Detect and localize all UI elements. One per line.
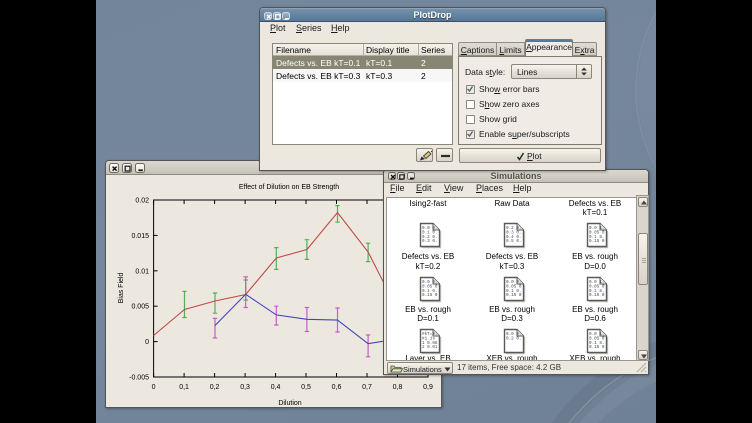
- svg-text:Effect of Dilution on EB Stren: Effect of Dilution on EB Strength: [239, 184, 339, 191]
- svg-text:0.3 0.: 0.3 0.: [422, 239, 437, 244]
- svg-text:0.005: 0.005: [131, 304, 149, 311]
- svg-text:0,7: 0,7: [362, 384, 372, 391]
- svg-text:0,2: 0,2: [210, 384, 220, 391]
- svg-text:0.01: 0.01: [135, 268, 149, 275]
- svg-text:0: 0: [152, 384, 156, 391]
- svg-text:2 0.01: 2 0.01: [422, 345, 438, 350]
- svg-text:0.5 0.: 0.5 0.: [506, 239, 521, 244]
- svg-text:0.15 0: 0.15 0: [506, 293, 522, 298]
- svg-text:0.15 0: 0.15 0: [589, 293, 605, 298]
- svg-text:0,5: 0,5: [301, 384, 311, 391]
- svg-text:Dilution: Dilution: [278, 400, 301, 407]
- svg-text:0.15 0: 0.15 0: [422, 293, 438, 298]
- svg-text:0,6: 0,6: [332, 384, 342, 391]
- svg-text:-0.005: -0.005: [129, 375, 149, 382]
- svg-text:0,1: 0,1: [179, 384, 189, 391]
- svg-text:0,3: 0,3: [240, 384, 250, 391]
- svg-text:0: 0: [145, 339, 149, 346]
- svg-text:0,9: 0,9: [423, 384, 433, 391]
- svg-text:0,8: 0,8: [393, 384, 403, 391]
- svg-text:Bias Field: Bias Field: [118, 273, 125, 304]
- svg-text:0.02: 0.02: [135, 198, 149, 205]
- svg-text:0,4: 0,4: [271, 384, 281, 391]
- svg-text:0.2 0.: 0.2 0.: [506, 336, 521, 341]
- svg-text:0.15 0: 0.15 0: [589, 239, 605, 244]
- svg-text:0.015: 0.015: [131, 233, 149, 240]
- svg-text:0.15 0: 0.15 0: [589, 345, 605, 350]
